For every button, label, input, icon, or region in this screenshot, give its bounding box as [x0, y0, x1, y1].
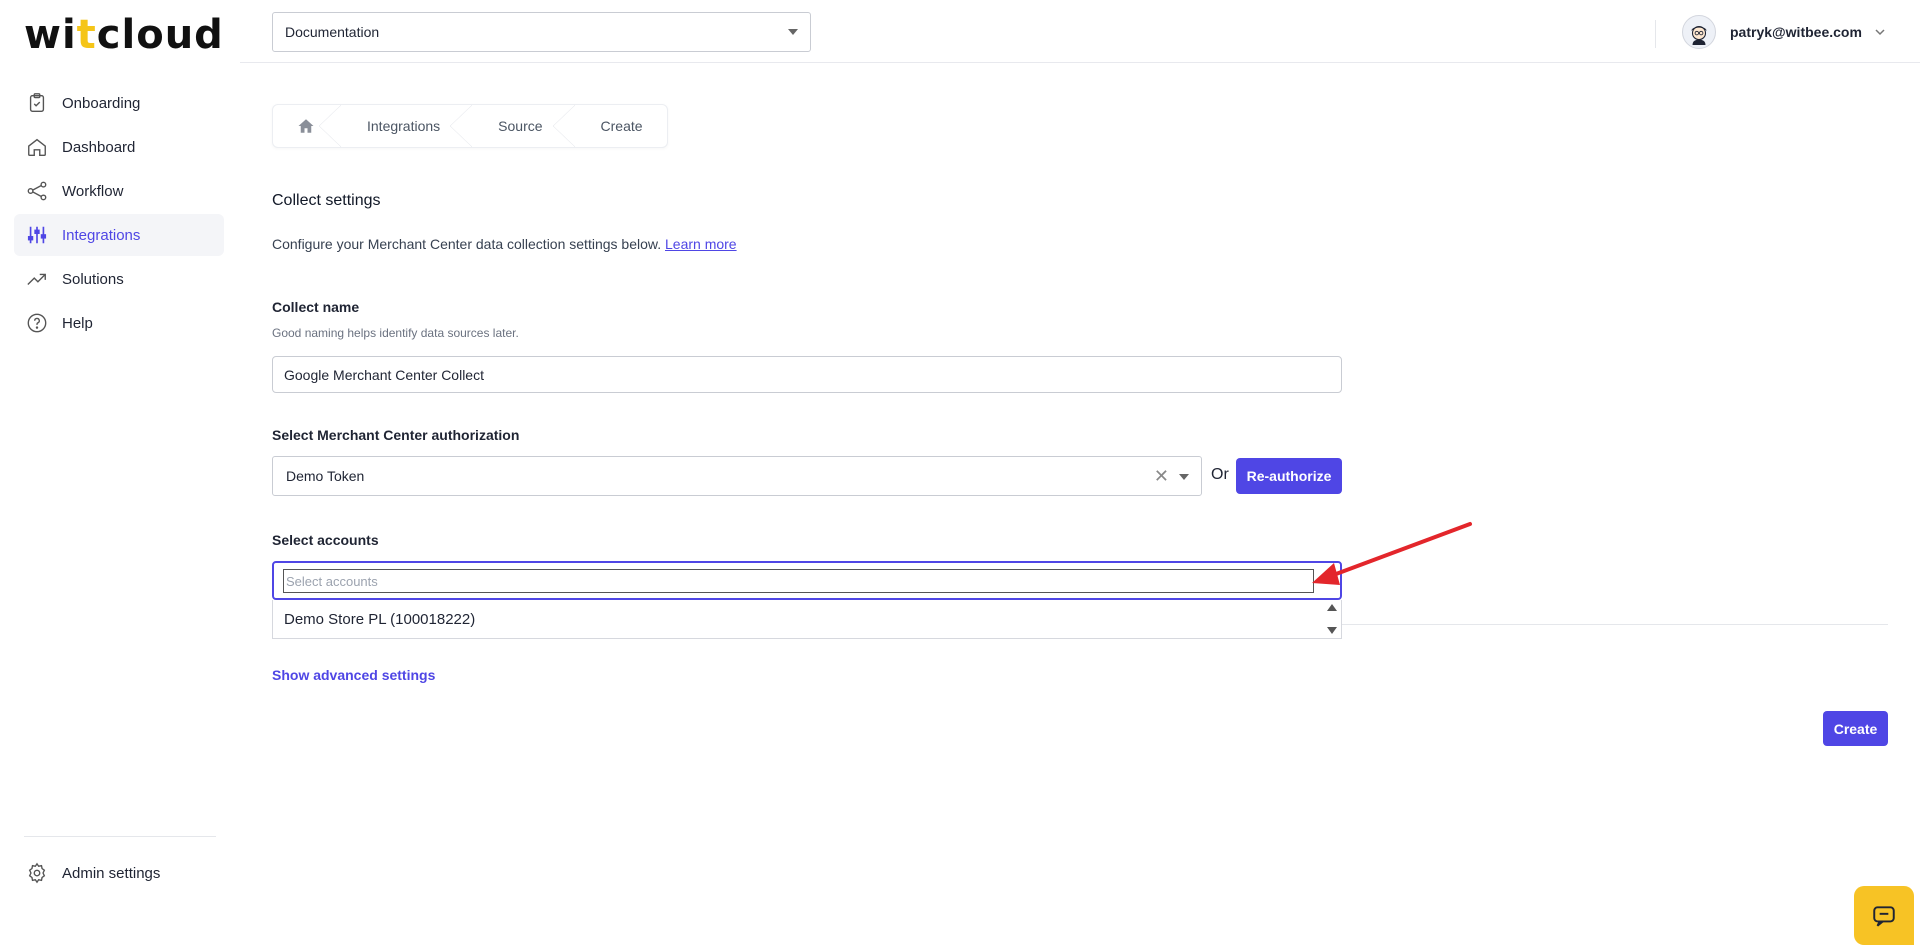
sidebar-item-label: Help [62, 314, 93, 332]
section-description: Configure your Merchant Center data coll… [272, 236, 737, 252]
authorization-label: Select Merchant Center authorization [272, 427, 520, 443]
chevron-down-icon [1875, 29, 1885, 36]
home-icon [26, 136, 48, 158]
collect-name-label: Collect name [272, 299, 360, 315]
create-button[interactable]: Create [1823, 711, 1888, 746]
sidebar-item-onboarding[interactable]: Onboarding [14, 82, 224, 124]
sidebar-item-solutions[interactable]: Solutions [14, 258, 224, 300]
chevron-down-icon[interactable] [1179, 474, 1189, 480]
sidebar-item-label: Onboarding [62, 94, 141, 112]
sidebar: witcloud Onboarding Dashboard Workflow I… [0, 0, 240, 945]
project-select-value: Documentation [285, 24, 380, 40]
accounts-label: Select accounts [272, 532, 379, 548]
chat-icon [1873, 905, 1895, 927]
accounts-select[interactable]: Select accounts [272, 561, 1342, 600]
share-nodes-icon [26, 180, 48, 202]
authorization-value: Demo Token [286, 468, 365, 484]
clipboard-check-icon [26, 92, 48, 114]
topbar-separator [1655, 20, 1656, 48]
question-circle-icon [26, 312, 48, 334]
scroll-up-icon[interactable] [1327, 604, 1337, 611]
user-menu[interactable]: patryk@witbee.com [1682, 15, 1886, 49]
witcloud-logo[interactable]: witcloud [24, 12, 224, 58]
chevron-down-icon [788, 29, 798, 35]
top-bar: Documentation patryk@witbee.com [240, 0, 1920, 63]
sliders-icon [26, 224, 48, 246]
sidebar-item-dashboard[interactable]: Dashboard [14, 126, 224, 168]
accounts-option[interactable]: Demo Store PL (100018222) [284, 611, 475, 628]
clear-icon[interactable]: ✕ [1154, 466, 1169, 487]
home-icon [298, 119, 314, 133]
gear-icon [26, 862, 48, 884]
sidebar-item-integrations[interactable]: Integrations [14, 214, 224, 256]
breadcrumb: Integrations Source Create [272, 104, 668, 148]
sidebar-nav: Onboarding Dashboard Workflow Integratio… [14, 82, 224, 346]
collect-name-help: Good naming helps identify data sources … [272, 326, 519, 340]
user-email: patryk@witbee.com [1730, 24, 1862, 40]
reauthorize-button[interactable]: Re-authorize [1236, 458, 1342, 494]
collect-name-input[interactable]: Google Merchant Center Collect [272, 356, 1342, 393]
sidebar-item-help[interactable]: Help [14, 302, 224, 344]
accounts-dropdown: Demo Store PL (100018222) [272, 600, 1342, 639]
sidebar-item-label: Dashboard [62, 138, 136, 156]
annotation-arrow-icon [1312, 522, 1472, 585]
breadcrumb-create: Create [600, 118, 643, 134]
breadcrumb-integrations[interactable]: Integrations [341, 105, 473, 147]
sidebar-item-label: Solutions [62, 270, 124, 288]
scroll-down-icon[interactable] [1327, 627, 1337, 634]
divider [1342, 624, 1888, 625]
section-title: Collect settings [272, 192, 381, 209]
sidebar-divider [24, 836, 216, 837]
authorization-select[interactable]: Demo Token ✕ [272, 456, 1202, 496]
learn-more-link[interactable]: Learn more [665, 236, 737, 252]
or-text: Or [1211, 466, 1229, 483]
project-select[interactable]: Documentation [272, 12, 811, 52]
admin-settings-link[interactable]: Admin settings [26, 862, 160, 884]
admin-settings-label: Admin settings [62, 864, 161, 882]
trending-up-icon [26, 268, 48, 290]
chat-widget-button[interactable] [1854, 886, 1914, 945]
breadcrumb-home[interactable] [273, 105, 341, 147]
show-advanced-settings-link[interactable]: Show advanced settings [272, 667, 435, 683]
sidebar-item-label: Workflow [62, 182, 124, 200]
accounts-search-input[interactable]: Select accounts [283, 569, 1314, 593]
avatar [1682, 15, 1716, 49]
breadcrumb-source[interactable]: Source [472, 105, 575, 147]
sidebar-item-label: Integrations [62, 226, 141, 244]
sidebar-item-workflow[interactable]: Workflow [14, 170, 224, 212]
